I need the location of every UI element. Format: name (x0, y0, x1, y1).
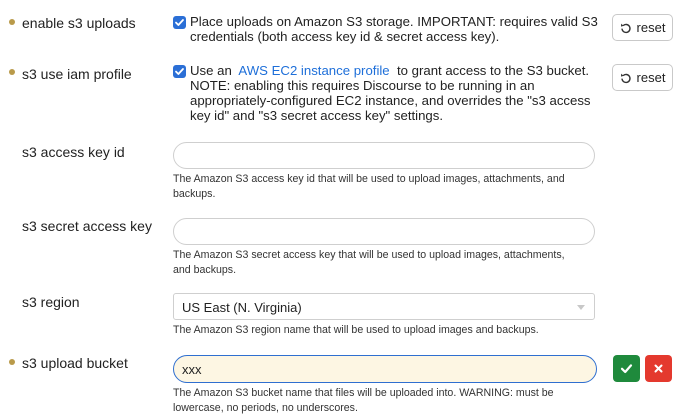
setting-description: Use an AWS EC2 instance profile to grant… (190, 63, 600, 123)
modified-indicator-dot (9, 19, 15, 25)
s3-secret-access-key-input[interactable] (173, 218, 595, 245)
setting-label: s3 access key id (22, 144, 125, 160)
s3-use-iam-profile-checkbox[interactable] (173, 65, 186, 78)
enable-s3-uploads-checkbox[interactable] (173, 16, 186, 29)
s3-upload-bucket-input[interactable] (173, 355, 597, 383)
s3-region-select[interactable]: US East (N. Virginia) (173, 293, 595, 320)
undo-icon (620, 73, 631, 83)
setting-help-text: The Amazon S3 access key id that will be… (173, 173, 565, 200)
modified-indicator-dot (9, 359, 15, 365)
s3-access-key-id-input[interactable] (173, 142, 595, 169)
setting-description: Place uploads on Amazon S3 storage. IMPO… (190, 14, 598, 44)
setting-label: s3 use iam profile (22, 66, 132, 82)
setting-label: s3 region (22, 294, 80, 310)
selected-value: US East (N. Virginia) (182, 300, 302, 315)
checkmark-icon (175, 19, 184, 26)
reset-button-label: reset (636, 70, 666, 85)
setting-help-text: The Amazon S3 secret access key that wil… (173, 249, 565, 276)
setting-label: enable s3 uploads (22, 15, 136, 31)
modified-indicator-dot (9, 69, 15, 75)
setting-label: s3 secret access key (22, 218, 152, 234)
reset-button[interactable]: reset (612, 64, 673, 91)
setting-label: s3 upload bucket (22, 355, 128, 371)
reset-button-label: reset (636, 20, 666, 35)
cancel-button[interactable] (645, 355, 672, 382)
setting-help-text: The Amazon S3 bucket name that files wil… (173, 387, 554, 414)
close-icon (654, 364, 663, 373)
description-prefix: Use an (190, 63, 232, 78)
aws-ec2-instance-profile-link[interactable]: AWS EC2 instance profile (238, 63, 389, 78)
check-icon (620, 364, 633, 374)
save-button[interactable] (613, 355, 640, 382)
undo-icon (620, 23, 631, 33)
checkmark-icon (175, 68, 184, 75)
chevron-down-icon (577, 305, 585, 310)
setting-help-text: The Amazon S3 region name that will be u… (173, 324, 539, 336)
reset-button[interactable]: reset (612, 14, 673, 41)
